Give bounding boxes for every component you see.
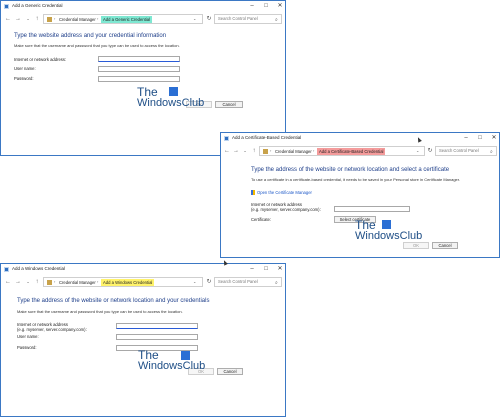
breadcrumb-current[interactable]: Add a Certificate-Based Credential xyxy=(317,148,386,155)
search-input[interactable]: Search Control Panel ⌕ xyxy=(214,277,282,287)
address-bar: ← → ⌄ ↑ › Credential Manager › Add a Win… xyxy=(1,275,285,289)
credential-manager-icon xyxy=(4,267,9,272)
refresh-icon[interactable]: ↻ xyxy=(205,278,213,286)
chevron-right-icon: › xyxy=(97,279,99,284)
up-arrow-icon[interactable]: ↑ xyxy=(33,15,41,23)
search-placeholder: Search Control Panel xyxy=(439,148,479,153)
password-label: Password: xyxy=(17,345,37,350)
page-description: Make sure that the username and password… xyxy=(14,43,180,48)
refresh-icon[interactable]: ↻ xyxy=(426,147,434,155)
close-icon[interactable]: ✕ xyxy=(273,264,287,275)
minimize-icon[interactable]: – xyxy=(459,133,473,144)
username-input[interactable] xyxy=(116,334,198,340)
title-bar[interactable]: Add a Certificate-Based Credential – □ ✕ xyxy=(221,133,499,144)
breadcrumb[interactable]: › Credential Manager › Add a Generic Cre… xyxy=(43,14,203,24)
minimize-icon[interactable]: – xyxy=(245,264,259,275)
title-bar[interactable]: Add a Windows Credential – □ ✕ xyxy=(1,264,285,275)
title-bar[interactable]: Add a Generic Credential – □ ✕ xyxy=(1,1,285,12)
chevron-down-icon[interactable]: ⌄ xyxy=(24,15,32,23)
chevron-right-icon: › xyxy=(97,16,99,21)
refresh-icon[interactable]: ↻ xyxy=(205,15,213,23)
back-arrow-icon[interactable]: ← xyxy=(4,278,12,286)
back-arrow-icon[interactable]: ← xyxy=(4,15,12,23)
cancel-button[interactable]: Cancel xyxy=(215,101,243,108)
chevron-down-icon[interactable]: ⌄ xyxy=(241,147,249,155)
search-placeholder: Search Control Panel xyxy=(218,16,258,21)
window-title: Add a Generic Credential xyxy=(12,3,63,8)
window-title: Add a Certificate-Based Credential xyxy=(232,135,302,140)
address-input[interactable] xyxy=(116,323,198,329)
windows-credential-window: Add a Windows Credential – □ ✕ ← → ⌄ ↑ ›… xyxy=(0,263,286,417)
search-icon[interactable]: ⌕ xyxy=(275,279,278,287)
certificate-label: Certificate: xyxy=(251,217,272,222)
chevron-down-icon[interactable]: ⌄ xyxy=(193,16,196,21)
control-panel-icon xyxy=(47,17,52,22)
address-input[interactable] xyxy=(334,206,410,212)
address-input[interactable] xyxy=(98,56,180,62)
forward-arrow-icon[interactable]: → xyxy=(14,15,22,23)
address-label: Internet or network address (e.g. myserv… xyxy=(251,202,321,212)
up-arrow-icon[interactable]: ↑ xyxy=(33,278,41,286)
search-input[interactable]: Search Control Panel ⌕ xyxy=(214,14,282,24)
maximize-icon[interactable]: □ xyxy=(473,133,487,144)
back-arrow-icon[interactable]: ← xyxy=(223,147,231,155)
chevron-down-icon[interactable]: ⌄ xyxy=(193,279,196,284)
cancel-button[interactable]: Cancel xyxy=(217,368,243,375)
address-label: Internet or network address (e.g. myserv… xyxy=(17,322,87,332)
credential-manager-icon xyxy=(4,4,9,9)
username-input[interactable] xyxy=(98,66,180,72)
page-description: Make sure that the username and password… xyxy=(17,309,183,314)
chevron-down-icon[interactable]: ⌄ xyxy=(416,148,419,153)
windowsclub-mark-icon xyxy=(181,351,190,360)
password-input[interactable] xyxy=(98,76,180,82)
forward-arrow-icon[interactable]: → xyxy=(232,147,240,155)
page-heading: Type the address of the website or netwo… xyxy=(17,298,210,304)
open-certificate-manager-link[interactable]: Open the Certificate Manager xyxy=(257,190,312,195)
search-input[interactable]: Search Control Panel ⌕ xyxy=(435,146,497,156)
address-label: Internet or network address: xyxy=(14,57,67,62)
maximize-icon[interactable]: □ xyxy=(259,264,273,275)
window-title: Add a Windows Credential xyxy=(12,266,66,271)
dialog-content: Type the address of the website or netwo… xyxy=(221,158,499,257)
breadcrumb-root[interactable]: Credential Manager xyxy=(59,17,96,22)
control-panel-icon xyxy=(263,149,268,154)
search-icon[interactable]: ⌕ xyxy=(490,148,493,156)
chevron-right-icon: › xyxy=(54,16,56,21)
windowsclub-mark-icon xyxy=(169,87,178,96)
chevron-right-icon: › xyxy=(270,148,272,153)
maximize-icon[interactable]: □ xyxy=(259,1,273,12)
search-icon[interactable]: ⌕ xyxy=(275,16,278,24)
shield-icon xyxy=(251,190,255,195)
ok-button[interactable]: OK xyxy=(403,242,429,249)
page-heading: Type the website address and your creden… xyxy=(14,33,167,39)
username-label: User name: xyxy=(17,334,39,339)
close-icon[interactable]: ✕ xyxy=(487,133,500,144)
breadcrumb[interactable]: › Credential Manager › Add a Windows Cre… xyxy=(43,277,203,287)
chevron-right-icon: › xyxy=(313,148,315,153)
cancel-button[interactable]: Cancel xyxy=(432,242,458,249)
minimize-icon[interactable]: – xyxy=(245,1,259,12)
breadcrumb-root[interactable]: Credential Manager xyxy=(59,280,96,285)
windowsclub-mark-icon xyxy=(382,220,391,229)
credential-manager-icon xyxy=(224,136,229,141)
address-bar: ← → ⌄ ↑ › Credential Manager › Add a Gen… xyxy=(1,12,285,26)
page-heading: Type the address of the website or netwo… xyxy=(251,167,450,173)
breadcrumb[interactable]: › Credential Manager › Add a Certificate… xyxy=(259,146,425,156)
chevron-right-icon: › xyxy=(54,279,56,284)
username-label: User name: xyxy=(14,66,36,71)
watermark-logo: The WindowsClub xyxy=(138,348,206,372)
password-label: Password: xyxy=(14,76,34,81)
search-placeholder: Search Control Panel xyxy=(218,279,258,284)
breadcrumb-current[interactable]: Add a Windows Credential xyxy=(101,279,155,286)
close-icon[interactable]: ✕ xyxy=(273,1,287,12)
breadcrumb-current[interactable]: Add a Generic Credential xyxy=(101,16,153,23)
breadcrumb-root[interactable]: Credential Manager xyxy=(275,149,312,154)
forward-arrow-icon[interactable]: → xyxy=(14,278,22,286)
chevron-down-icon[interactable]: ⌄ xyxy=(24,278,32,286)
up-arrow-icon[interactable]: ↑ xyxy=(250,147,258,155)
certificate-credential-window: Add a Certificate-Based Credential – □ ✕… xyxy=(220,132,500,258)
address-bar: ← → ⌄ ↑ › Credential Manager › Add a Cer… xyxy=(221,144,499,158)
control-panel-icon xyxy=(47,280,52,285)
page-description: To use a certificate in a certificate-ba… xyxy=(251,177,460,182)
